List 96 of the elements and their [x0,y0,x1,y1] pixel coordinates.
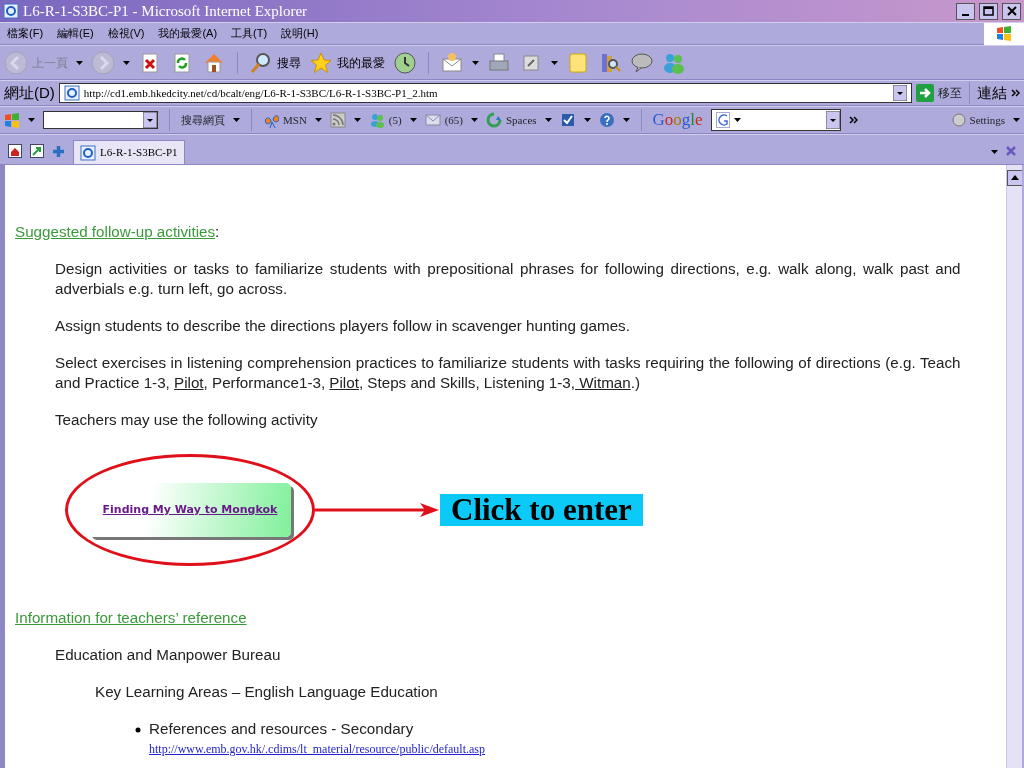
address-field[interactable]: http://cd1.emb.hkedcity.net/cd/bcalt/eng/L6-R-1-S3BC/L6-R-1-S3BC-P1_2.htm [58,83,912,103]
envelope-icon [440,50,464,75]
page-icon [3,3,19,19]
menu-item[interactable]: 編輯(E) [50,25,101,42]
people-button[interactable]: (5) [368,111,402,129]
web-search-button[interactable]: 搜尋網頁 [181,111,225,129]
search-icon [249,50,273,75]
link[interactable]: Pilot [174,374,204,391]
link[interactable]: Pilot [329,374,359,391]
close-button[interactable] [1002,2,1021,20]
caret-icon[interactable] [233,118,240,122]
caret-icon[interactable] [583,118,591,122]
paragraph: Design activities or tasks to familiarize students with prepositional phrases for following directions, e.g. walk along, walk past and adverbials e.g. turn left, go across. [55,259,961,299]
menu-item[interactable]: 說明(H) [274,25,326,42]
recycle-icon [486,112,502,128]
scroll-up-icon[interactable] [1006,169,1023,186]
close-tab-icon[interactable] [1006,146,1016,156]
bullet-text: References and resources - Secondary [149,719,415,739]
search-field[interactable] [43,111,158,129]
checkbox-icon [559,112,576,128]
google-search-field[interactable] [710,109,842,131]
page-arrow-icon[interactable] [30,144,44,158]
dropdown-icon[interactable] [143,112,157,128]
circle-icon [951,113,966,127]
address-label: 網址(D) [4,82,55,103]
browser-tab[interactable]: L6-R-1-S3BC-P1 [73,140,185,164]
caret-icon[interactable] [551,60,558,65]
menu-item[interactable]: 工具(T) [224,25,275,42]
people-icon [368,112,385,128]
go-button[interactable]: 移至 [916,84,962,102]
minimize-button[interactable] [956,2,975,20]
bullet-icon [135,727,141,733]
paragraph: Education and Manpower Bureau [55,645,282,665]
caret-icon[interactable] [314,118,322,122]
dropdown-icon[interactable] [826,111,841,129]
star-icon [309,50,333,75]
paragraph: Key Learning Areas – English Language Education [95,682,439,702]
search-button[interactable]: 搜尋 [249,50,301,75]
home-page-icon[interactable] [8,144,22,158]
chevron-icon[interactable] [849,116,859,124]
scrollbar[interactable] [1005,165,1022,768]
paragraph: Select exercises in listening comprehension practices to familiarize students with tasks requiring the following of directions (e.g. Teach and Practice 1-3, Pilot, Performance1-3, Pilot, Steps and Skills, Listening 1-3, Witman.) [55,353,961,393]
caret-icon[interactable] [622,118,630,122]
envelope-button[interactable] [440,50,464,75]
maximize-icon [983,6,994,16]
caret-icon[interactable] [76,60,83,65]
feed-icon [329,112,346,128]
menu-item[interactable]: 檢視(V) [100,25,152,42]
speech-bubble-button[interactable] [630,50,654,75]
menu-item[interactable]: 檔案(F) [0,25,51,42]
page-icon [80,144,96,161]
caret-icon[interactable] [544,118,552,122]
menu-item[interactable]: 我的最愛(A) [151,25,225,42]
section-link[interactable]: Information for teachers’ reference [15,609,247,626]
chevron-icon[interactable] [1011,89,1020,97]
window-title: L6-R-1-S3BC-P1 - Microsoft Internet Explorer [23,1,309,21]
clock-icon [393,50,417,75]
maximize-button[interactable] [979,2,998,20]
clock-button[interactable] [393,50,417,75]
paragraph: Teachers may use the following activity [55,410,319,430]
help-button[interactable] [598,112,615,128]
feed-button[interactable] [329,112,346,128]
caret-icon[interactable] [471,118,478,122]
right-arrow-icon [916,84,934,102]
checkbox-button[interactable] [559,112,576,128]
caret-icon[interactable] [123,60,130,65]
caret-icon[interactable] [472,60,479,65]
caret-icon[interactable] [28,118,35,122]
caret-icon[interactable] [991,150,998,154]
butterfly-button[interactable]: MSN [263,111,307,129]
star-button[interactable]: 我的最愛 [309,50,385,75]
note-icon [566,50,590,75]
butterfly-icon [263,112,279,128]
dropdown-icon[interactable] [893,85,907,101]
link[interactable]: Witman [575,374,631,391]
paragraph: Assign students to describe the directions players follow in scavenger hunting games. [55,316,631,336]
minimize-icon [962,14,969,16]
callout-label: Click to enter [440,494,643,526]
link[interactable]: http://www.emb.gov.hk/.cdims/lt_material/resource/public/default.asp [149,739,486,759]
close-icon [1006,6,1017,16]
colon-text: : [215,223,220,240]
settings-button[interactable]: Settings [951,111,1005,129]
links-label[interactable]: 連結 [977,81,1007,105]
caret-icon[interactable] [733,118,741,122]
google-g-icon [715,112,730,128]
windows-logo-icon [984,22,1024,45]
recycle-button[interactable]: Spaces [486,111,537,129]
caret-icon[interactable] [409,118,417,122]
caret-icon[interactable] [1013,118,1020,122]
speech-bubble-icon [630,50,654,75]
page-icon [63,85,80,101]
caret-icon[interactable] [353,118,361,122]
envelope-button[interactable]: (65) [424,111,463,129]
google-logo: Google [652,109,703,132]
envelope-icon [424,112,441,128]
help-icon [598,112,615,128]
